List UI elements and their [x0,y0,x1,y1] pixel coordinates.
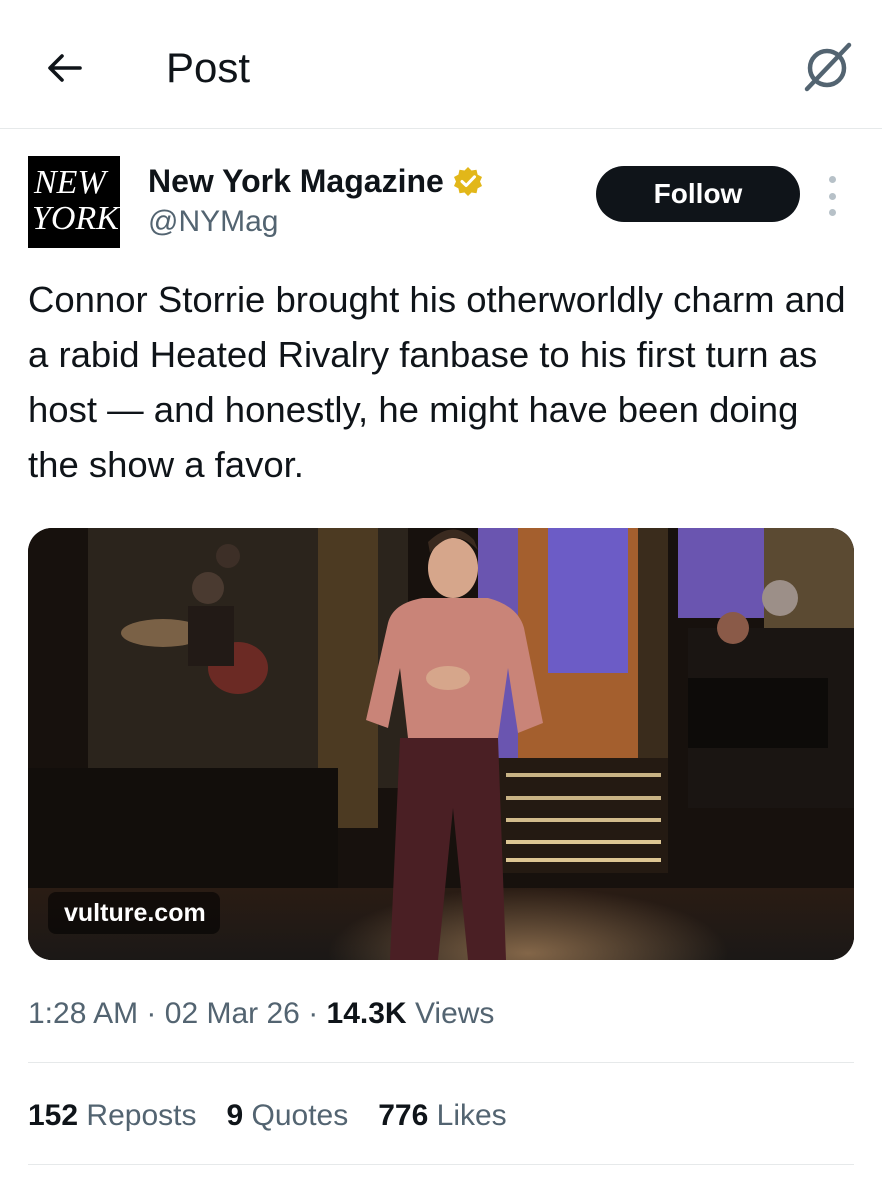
dot-icon [828,176,836,183]
author-handle[interactable]: @NYMag [148,204,279,240]
engagement-stats: 152 Reposts 9 Quotes 776 Likes [28,1098,507,1134]
page-title: Post [166,44,251,91]
likes-stat[interactable]: 776 Likes [378,1098,506,1134]
likes-count: 776 [378,1099,429,1132]
avatar[interactable]: NEW YORK [28,156,120,248]
divider [28,1164,854,1165]
post-text: Connor Storrie brought his otherworldly … [28,279,846,485]
gold-verified-badge-icon [453,167,482,196]
follow-button[interactable]: Follow [596,166,800,222]
media-domain-label[interactable]: vulture.com [48,892,220,934]
grok-button[interactable] [798,38,856,96]
separator: · [308,997,319,1030]
top-bar: Post [0,0,882,129]
more-options-button[interactable] [822,176,842,216]
grok-slash-icon [804,42,852,92]
quotes-count: 9 [226,1099,244,1132]
views-label: Views [414,997,495,1030]
avatar-logo-line1: NEW [34,164,106,201]
divider [28,1062,854,1063]
dot-icon [828,209,836,216]
post-date[interactable]: 02 Mar 26 [165,997,300,1030]
likes-label: Likes [436,1099,507,1132]
back-button[interactable] [40,44,88,92]
arrow-left-icon [48,54,82,82]
dot-icon [828,192,836,200]
views-count: 14.3K [326,997,407,1030]
post-time[interactable]: 1:28 AM [28,997,138,1030]
post-metadata: 1:28 AM · 02 Mar 26 · 14.3K Views [28,996,494,1032]
quotes-stat[interactable]: 9 Quotes [226,1098,348,1134]
reposts-count: 152 [28,1099,79,1132]
reposts-stat[interactable]: 152 Reposts [28,1098,196,1134]
author-name-text: New York Magazine [148,163,444,199]
avatar-logo-line2: YORK [32,200,119,237]
separator: · [146,997,157,1030]
reposts-label: Reposts [86,1099,197,1132]
quotes-label: Quotes [251,1099,349,1132]
author-name[interactable]: New York Magazine [148,162,484,200]
